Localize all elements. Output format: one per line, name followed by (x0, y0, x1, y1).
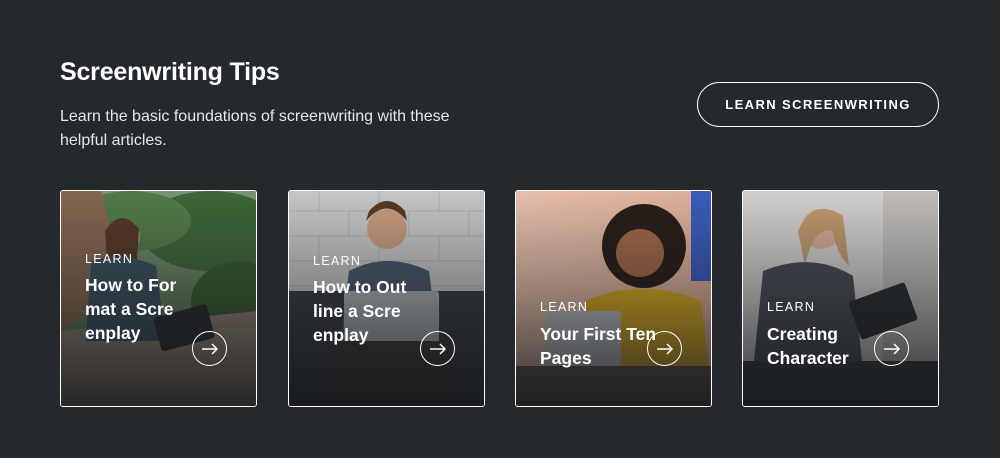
arrow-right-icon[interactable] (420, 331, 455, 366)
card-title: Your First Ten Pages (540, 324, 657, 368)
section-subtitle: Learn the basic foundations of screenwri… (60, 108, 450, 149)
section-title: Screenwriting Tips (60, 58, 280, 86)
card-eyebrow: LEARN (767, 300, 816, 314)
article-card-format-screenplay[interactable]: LEARN How to Format a Screenplay (60, 190, 257, 407)
card-eyebrow: LEARN (85, 252, 134, 266)
card-title: How to Format a Screenplay (85, 275, 177, 343)
learn-screenwriting-button[interactable]: LEARN SCREENWRITING (697, 82, 939, 127)
article-card-outline-screenplay[interactable]: LEARN How to Outline a Screenplay (288, 190, 485, 407)
article-card-first-ten-pages[interactable]: LEARN Your First Ten Pages (515, 190, 712, 407)
arrow-right-icon[interactable] (874, 331, 909, 366)
article-card-creating-character[interactable]: LEARN Creating Character (742, 190, 939, 407)
card-eyebrow: LEARN (540, 300, 589, 314)
card-title: How to Outline a Screenplay (313, 277, 407, 345)
card-eyebrow: LEARN (313, 254, 362, 268)
card-title: Creating Character (767, 324, 849, 368)
arrow-right-icon[interactable] (192, 331, 227, 366)
arrow-right-icon[interactable] (647, 331, 682, 366)
